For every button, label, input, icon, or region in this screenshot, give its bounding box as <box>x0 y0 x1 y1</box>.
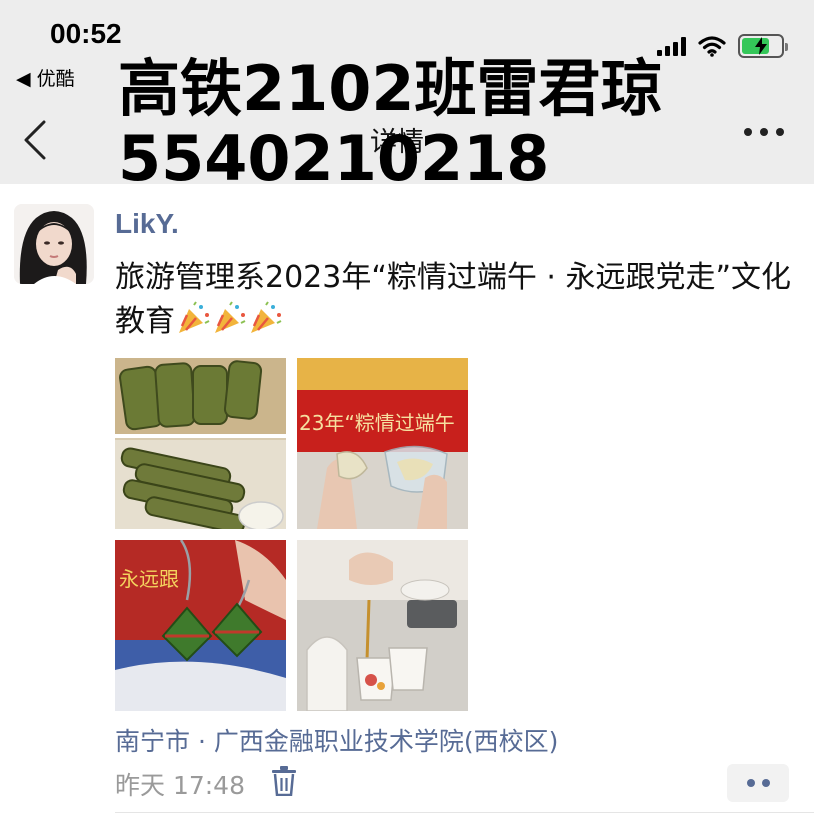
more-options-icon[interactable] <box>744 128 784 136</box>
back-chevron-icon[interactable] <box>18 118 58 162</box>
post-photo-3[interactable]: 永远跟 <box>115 540 286 711</box>
post-author-name[interactable]: LikY. <box>115 208 179 240</box>
overlay-line-2: 5540210218 <box>118 122 550 195</box>
overlay-line-1: 高铁2102班雷君琼 <box>118 52 663 125</box>
status-icons <box>657 34 788 58</box>
trash-icon[interactable] <box>271 766 297 796</box>
post-photo-1[interactable] <box>115 358 286 529</box>
party-popper-icon <box>215 301 246 333</box>
party-popper-icon <box>179 301 210 333</box>
party-popper-icon <box>251 301 282 333</box>
wifi-icon <box>698 36 726 57</box>
post-location-link[interactable]: 南宁市 · 广西金融职业技术学院(西校区) <box>115 722 558 758</box>
battery-icon <box>738 34 788 58</box>
post-photo-2[interactable]: 23年“粽情过端午 <box>297 358 468 529</box>
svg-text:23年“粽情过端午: 23年“粽情过端午 <box>299 411 455 435</box>
post-text: 旅游管理系2023年“粽情过端午 · 永远跟党走”文化教育 <box>115 256 795 344</box>
post-timestamp: 昨天 17:48 <box>115 771 245 800</box>
divider <box>115 812 814 813</box>
back-to-app-link[interactable]: ◀ 优酷 <box>16 64 75 91</box>
svg-text:永远跟: 永远跟 <box>119 567 179 591</box>
avatar[interactable] <box>14 204 94 284</box>
overlay-watermark: 高铁2102班雷君琼 5540210218 <box>118 54 663 194</box>
status-time: 00:52 <box>50 18 122 49</box>
post-photo-4[interactable] <box>297 540 468 711</box>
comment-like-menu-button[interactable] <box>727 764 789 802</box>
